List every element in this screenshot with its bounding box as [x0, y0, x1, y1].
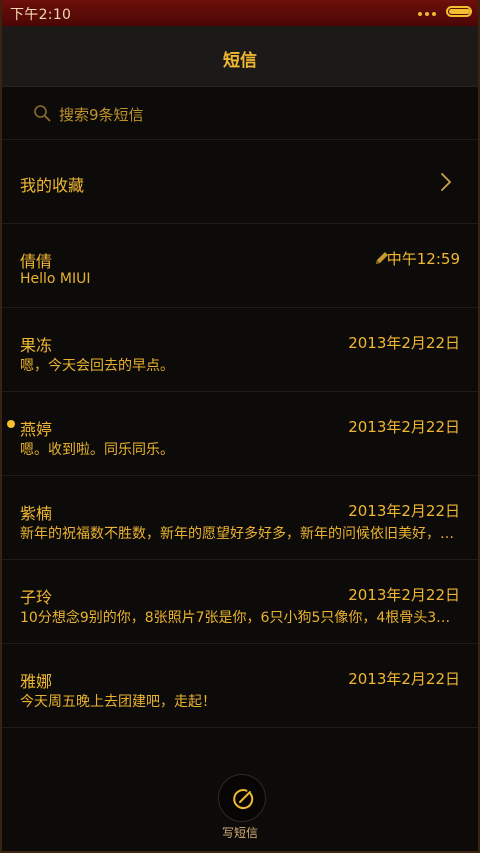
status-bar: 下午2:10	[2, 0, 478, 27]
message-time: 中午12:59	[386, 250, 460, 268]
list-item[interactable]: 倩倩 中午12:59 Hello MIUI	[2, 224, 478, 308]
search-icon	[34, 105, 51, 122]
list-item[interactable]: 果冻 2013年2月22日 嗯，今天会回去的早点。	[2, 308, 478, 392]
favorites-item[interactable]: 我的收藏	[2, 140, 478, 224]
message-preview: 10分想念9别的你，8张照片7张是你，6只小狗5只像你，4根骨头3…	[20, 610, 451, 626]
compose-icon	[233, 789, 254, 810]
page-title: 短信	[223, 51, 257, 71]
unread-indicator	[7, 420, 15, 428]
message-preview: Hello MIUI	[20, 271, 91, 287]
message-preview: 今天周五晚上去团建吧，走起！	[20, 694, 216, 710]
message-time: 2013年2月22日	[348, 586, 460, 604]
message-preview: 新年的祝福数不胜数，新年的愿望好多好多，新年的问候依旧美好，…	[20, 526, 454, 542]
chevron-right-icon	[441, 173, 451, 191]
compose-button[interactable]	[218, 774, 266, 822]
contact-name: 果冻	[20, 336, 53, 355]
list-item[interactable]: 子玲 2013年2月22日 10分想念9别的你，8张照片7张是你，6只小狗5只像…	[2, 560, 478, 644]
contact-name: 雅娜	[20, 672, 53, 691]
message-time: 2013年2月22日	[348, 334, 460, 352]
header-bar: 短信	[2, 26, 478, 87]
contact-name: 燕婷	[20, 420, 53, 439]
status-time: 下午2:10	[10, 7, 72, 23]
message-preview: 嗯，今天会回去的早点。	[20, 358, 174, 374]
message-preview: 嗯。收到啦。同乐同乐。	[20, 442, 174, 458]
list-item[interactable]: 紫楠 2013年2月22日 新年的祝福数不胜数，新年的愿望好多好多，新年的问候依…	[2, 476, 478, 560]
contact-name: 倩倩	[20, 252, 53, 271]
compose-label: 写短信	[221, 826, 258, 840]
list-item[interactable]: 燕婷 2013年2月22日 嗯。收到啦。同乐同乐。	[2, 392, 478, 476]
contact-name: 紫楠	[20, 504, 53, 523]
battery-fill	[449, 9, 470, 14]
message-time: 2013年2月22日	[348, 670, 460, 688]
search-bar[interactable]: 搜索9条短信	[2, 87, 478, 140]
message-time: 2013年2月22日	[348, 502, 460, 520]
signal-dots-icon	[415, 12, 436, 16]
message-time: 2013年2月22日	[348, 418, 460, 436]
search-input[interactable]: 搜索9条短信	[59, 104, 144, 125]
list-item[interactable]: 雅娜 2013年2月22日 今天周五晚上去团建吧，走起！	[2, 644, 478, 728]
favorites-label: 我的收藏	[20, 176, 85, 195]
contact-name: 子玲	[20, 588, 53, 607]
app-frame: 下午2:10 短信 搜索9条短信 我的收藏 倩倩 中午12:59 Hello M…	[0, 0, 480, 853]
battery-icon	[446, 6, 472, 17]
